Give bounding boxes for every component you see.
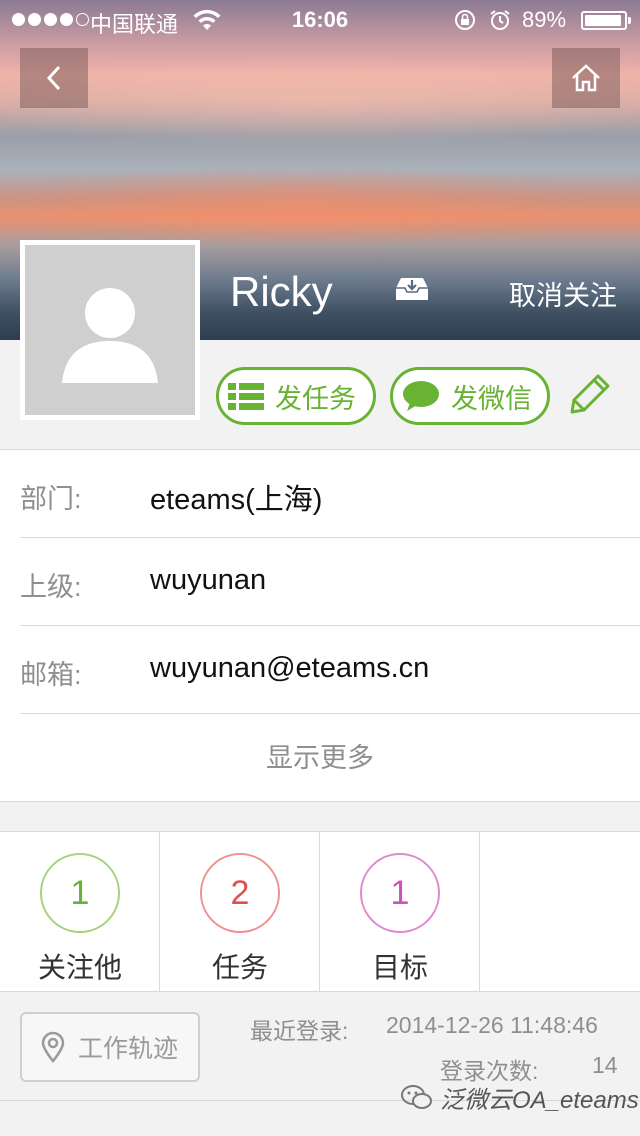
- department-value: eteams(上海): [150, 484, 323, 516]
- avatar[interactable]: [20, 240, 200, 420]
- wechat-logo-icon: [401, 1084, 432, 1109]
- info-row-email[interactable]: 邮箱: wuyunan@eteams.cn: [20, 626, 640, 714]
- watermark: 泛微云OA_eteams: [400, 1080, 639, 1115]
- info-row-supervisor[interactable]: 上级: wuyunan: [20, 538, 640, 626]
- info-row-department: 部门: eteams(上海): [20, 450, 640, 538]
- email-value: wuyunan@eteams.cn: [150, 652, 430, 684]
- watermark-text: 泛微云OA_eteams: [440, 1087, 639, 1114]
- profile-info-list: 部门: eteams(上海) 上级: wuyunan 邮箱: wuyunan@e…: [0, 450, 640, 802]
- email-label: 邮箱:: [20, 660, 82, 690]
- location-pin-icon: [41, 1031, 65, 1063]
- work-track-button[interactable]: 工作轨迹: [20, 1012, 200, 1082]
- send-task-button[interactable]: 发任务: [216, 367, 376, 425]
- stat-goals-count: 1: [360, 853, 440, 933]
- stat-empty-cell: [480, 832, 640, 992]
- footer: 工作轨迹 最近登录: 2014-12-26 11:48:46 登录次数: 14 …: [0, 992, 640, 1136]
- send-message-label: 发微信: [451, 383, 532, 414]
- home-icon: [572, 64, 600, 92]
- last-login-label: 最近登录:: [250, 1018, 349, 1044]
- work-track-label: 工作轨迹: [78, 1035, 179, 1063]
- send-message-button[interactable]: 发微信: [390, 367, 550, 425]
- default-user-icon: [62, 288, 158, 383]
- stat-tasks[interactable]: 2 任务: [160, 832, 320, 992]
- show-more-button[interactable]: 显示更多: [0, 714, 640, 802]
- rotation-lock-icon: [455, 10, 475, 30]
- chevron-left-icon: [46, 65, 61, 91]
- back-button[interactable]: [20, 48, 88, 108]
- chat-bubble-icon: [403, 381, 439, 411]
- battery-icon: [581, 11, 631, 30]
- stat-tasks-label: 任务: [211, 952, 268, 983]
- list-icon: [228, 383, 264, 410]
- stat-goals[interactable]: 1 目标: [320, 832, 480, 992]
- supervisor-value: wuyunan: [150, 564, 267, 596]
- edit-pencil-icon[interactable]: [568, 370, 614, 416]
- login-count-value: 14: [592, 1052, 618, 1078]
- inbox-download-icon[interactable]: [394, 276, 430, 302]
- department-label: 部门:: [20, 484, 82, 514]
- profile-name: Ricky: [230, 268, 333, 315]
- last-login-time: 2014-12-26 11:48:46: [386, 1012, 598, 1038]
- stat-following[interactable]: 1 关注他: [0, 832, 160, 992]
- supervisor-label: 上级:: [20, 572, 82, 602]
- battery-percentage: 89%: [522, 7, 567, 32]
- stat-following-label: 关注他: [37, 952, 122, 983]
- stat-following-count: 1: [40, 853, 120, 933]
- stats-row: 1 关注他 2 任务 1 目标: [0, 831, 640, 992]
- status-bar: 中国联通 16:06 89%: [0, 0, 640, 40]
- home-button[interactable]: [552, 48, 620, 108]
- send-task-label: 发任务: [275, 383, 356, 414]
- stat-tasks-count: 2: [200, 853, 280, 933]
- unfollow-button[interactable]: 取消关注: [509, 274, 617, 313]
- alarm-icon: [490, 10, 510, 30]
- stat-goals-label: 目标: [371, 952, 428, 983]
